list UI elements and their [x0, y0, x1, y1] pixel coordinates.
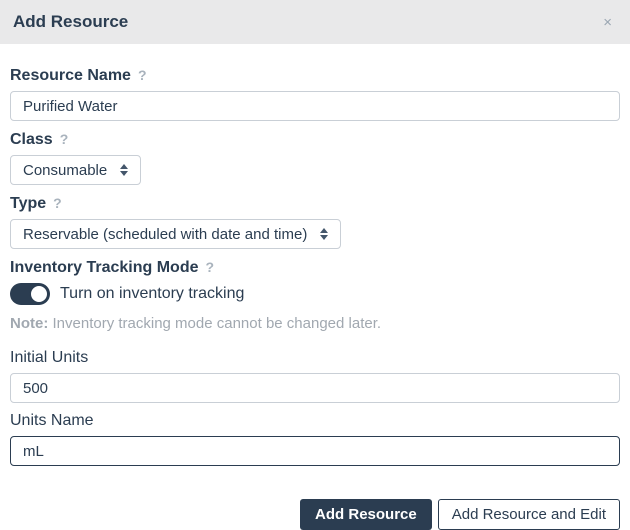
inventory-tracking-label-row: Inventory Tracking Mode ?	[10, 258, 620, 277]
close-icon[interactable]: ×	[599, 13, 616, 32]
add-resource-button[interactable]: Add Resource	[300, 499, 432, 530]
inventory-tracking-label: Inventory Tracking Mode	[10, 259, 199, 276]
resource-name-label-row: Resource Name ?	[10, 66, 620, 85]
inventory-tracking-note: Note: Inventory tracking mode cannot be …	[10, 315, 620, 333]
help-icon[interactable]: ?	[138, 66, 147, 84]
modal-footer: Add Resource Add Resource and Edit	[0, 466, 630, 530]
resource-name-label: Resource Name	[10, 67, 131, 84]
class-label: Class	[10, 131, 53, 148]
type-label-row: Type ?	[10, 194, 620, 213]
updown-arrows-icon	[320, 228, 329, 240]
class-label-row: Class ?	[10, 130, 620, 149]
toggle-knob	[29, 284, 49, 304]
resource-name-input[interactable]	[10, 91, 620, 121]
note-prefix: Note:	[10, 315, 49, 332]
help-icon[interactable]: ?	[60, 130, 69, 148]
modal-header: Add Resource ×	[0, 0, 630, 44]
inventory-tracking-toggle[interactable]	[10, 283, 50, 305]
initial-units-label-row: Initial Units	[10, 349, 620, 367]
inventory-tracking-toggle-row: Turn on inventory tracking	[10, 283, 620, 305]
toggle-label: Turn on inventory tracking	[60, 285, 245, 302]
modal-body: Resource Name ? Class ? Consumable Type …	[0, 44, 630, 466]
units-name-label: Units Name	[10, 412, 94, 429]
type-label: Type	[10, 195, 47, 212]
note-text: Inventory tracking mode cannot be change…	[48, 315, 382, 332]
initial-units-label: Initial Units	[10, 349, 89, 366]
modal-title: Add Resource	[13, 12, 129, 31]
help-icon[interactable]: ?	[53, 194, 62, 212]
type-select[interactable]: Reservable (scheduled with date and time…	[10, 219, 342, 249]
type-select-value: Reservable (scheduled with date and time…	[23, 225, 308, 243]
initial-units-input[interactable]	[10, 373, 620, 403]
help-icon[interactable]: ?	[205, 258, 214, 276]
add-resource-modal: Add Resource × Resource Name ? Class ? C…	[0, 0, 630, 530]
class-select-value: Consumable	[23, 161, 108, 179]
add-resource-and-edit-button[interactable]: Add Resource and Edit	[437, 499, 620, 530]
class-select[interactable]: Consumable	[10, 155, 142, 185]
units-name-input[interactable]	[10, 436, 620, 466]
updown-arrows-icon	[120, 164, 129, 176]
units-name-label-row: Units Name	[10, 412, 620, 430]
